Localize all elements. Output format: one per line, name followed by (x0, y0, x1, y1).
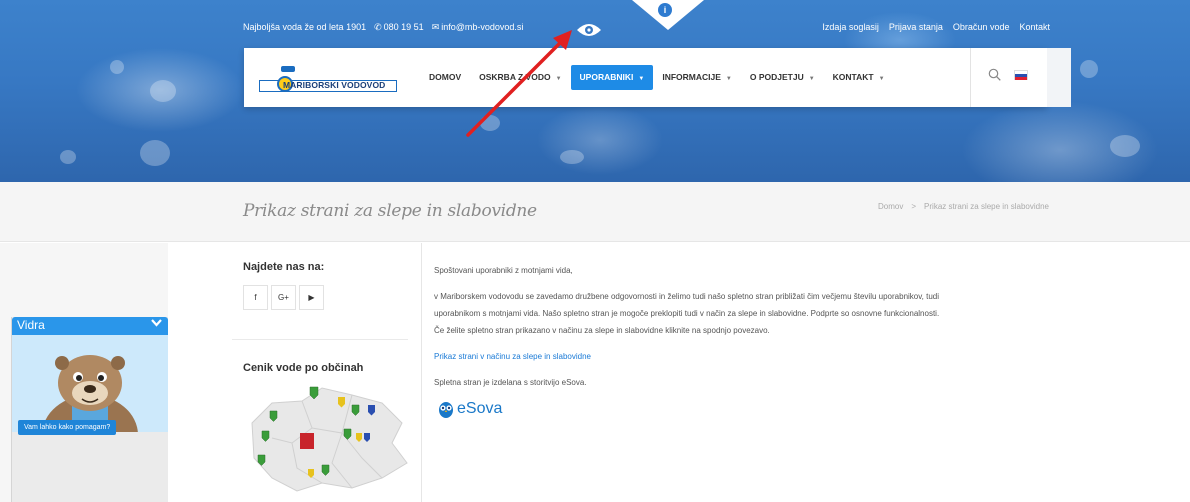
divider (232, 339, 408, 340)
main-navbar: MARIBORSKI VODOVOD DOMOV OSKRBA Z VODO ▼ … (244, 48, 1047, 107)
mail-icon: ✉ (431, 22, 440, 32)
water-splash (140, 140, 170, 166)
nav-item-uporabniki[interactable]: UPORABNIKI ▼ (570, 65, 654, 90)
price-heading: Cenik vode po občinah (243, 362, 364, 374)
logo-text: MARIBORSKI VODOVOD (283, 80, 386, 90)
phone-link[interactable]: ✆ 080 19 51 (374, 22, 424, 33)
chevron-down-icon: ▼ (555, 76, 562, 82)
nav-item-domov[interactable]: DOMOV (420, 65, 470, 90)
chevron-down-icon: ▼ (878, 76, 885, 82)
owl-icon (439, 402, 453, 418)
chevron-down-icon: ▼ (808, 76, 815, 82)
accessible-mode-link[interactable]: Prikaz strani v načinu za slepe in slabo… (434, 349, 591, 366)
nav-divider (970, 48, 971, 107)
column-divider (421, 243, 422, 502)
toplink-izdaja-soglasij[interactable]: Izdaja soglasij (822, 22, 879, 32)
language-flag-icon[interactable] (1014, 70, 1028, 80)
chevron-down-icon[interactable] (151, 319, 162, 330)
nav-item-kontakt[interactable]: KONTAKT ▼ (824, 65, 894, 90)
search-icon[interactable] (988, 68, 1001, 81)
tap-icon (281, 66, 295, 72)
breadcrumb-current: Prikaz strani za slepe in slabovidne (924, 202, 1049, 211)
page-title: Prikaz strani za slepe in slabovidne (243, 201, 537, 221)
water-splash (110, 60, 124, 74)
toplink-prijava-stanja[interactable]: Prijava stanja (889, 22, 943, 32)
phone-icon: ✆ (374, 22, 382, 32)
paragraph-line: Če želite spletno stran prikazano v nači… (434, 326, 770, 335)
social-links: f G+ ▶ (243, 285, 327, 310)
water-splash (60, 150, 76, 164)
water-splash (560, 150, 584, 164)
breadcrumb: Domov > Prikaz strani za slepe in slabov… (878, 202, 1049, 211)
water-splash (1110, 135, 1140, 157)
nav-item-o-podjetju[interactable]: O PODJETJU ▼ (741, 65, 824, 90)
google-plus-icon[interactable]: G+ (271, 285, 296, 310)
toplink-obracun-vode[interactable]: Obračun vode (953, 22, 1010, 32)
navbar-edge (1047, 48, 1071, 107)
youtube-icon[interactable]: ▶ (299, 285, 324, 310)
info-icon[interactable]: i (658, 3, 672, 17)
otter-mascot-image (12, 335, 168, 432)
greeting-text: Spoštovani uporabniki z motnjami vida, (434, 266, 573, 275)
tagline: Najboljša voda že od leta 1901 (243, 22, 367, 32)
nav-item-oskrba-z-vodo[interactable]: OSKRBA Z VODO ▼ (470, 65, 570, 90)
chat-prompt-bubble[interactable]: Vam lahko kako pomagam? (18, 420, 117, 435)
water-splash (1080, 60, 1098, 78)
eye-icon[interactable] (576, 22, 602, 38)
nav-item-informacije[interactable]: INFORMACIJE ▼ (653, 65, 741, 90)
esova-logo[interactable]: eSova (438, 400, 502, 418)
site-logo[interactable]: MARIBORSKI VODOVOD (259, 62, 397, 94)
paragraph-line: v Mariborskem vodovodu se zavedamo družb… (434, 292, 939, 301)
water-splash (150, 80, 176, 102)
chat-widget-header[interactable]: Vidra (12, 317, 168, 335)
chevron-down-icon: ▼ (725, 76, 732, 82)
toplink-kontakt[interactable]: Kontakt (1019, 22, 1050, 32)
chat-widget[interactable]: Vidra Vam lahko kako pomagam? (11, 317, 168, 502)
paragraph-line: uporabnikom s motnjami vida. Našo spletn… (434, 309, 940, 318)
made-with-text: Spletna stran je izdelana s storitvijo e… (434, 378, 587, 387)
find-us-heading: Najdete nas na: (243, 261, 325, 273)
facebook-icon[interactable]: f (243, 285, 268, 310)
sidebar: Najdete nas na: f G+ ▶ Cenik vode po obč… (232, 243, 421, 502)
page-title-bar: Prikaz strani za slepe in slabovidne Dom… (0, 182, 1190, 242)
chevron-down-icon: ▼ (638, 76, 645, 82)
main-menu: DOMOV OSKRBA Z VODO ▼ UPORABNIKI ▼ INFORMA… (420, 65, 894, 90)
esova-brand-text: eSova (457, 400, 503, 417)
chat-widget-title: Vidra (17, 318, 45, 332)
breadcrumb-home[interactable]: Domov (878, 202, 903, 211)
email-link[interactable]: ✉ info@mb-vodovod.si (432, 22, 524, 33)
water-splash (480, 115, 500, 131)
breadcrumb-separator: > (911, 202, 917, 211)
municipality-map[interactable] (242, 383, 412, 493)
